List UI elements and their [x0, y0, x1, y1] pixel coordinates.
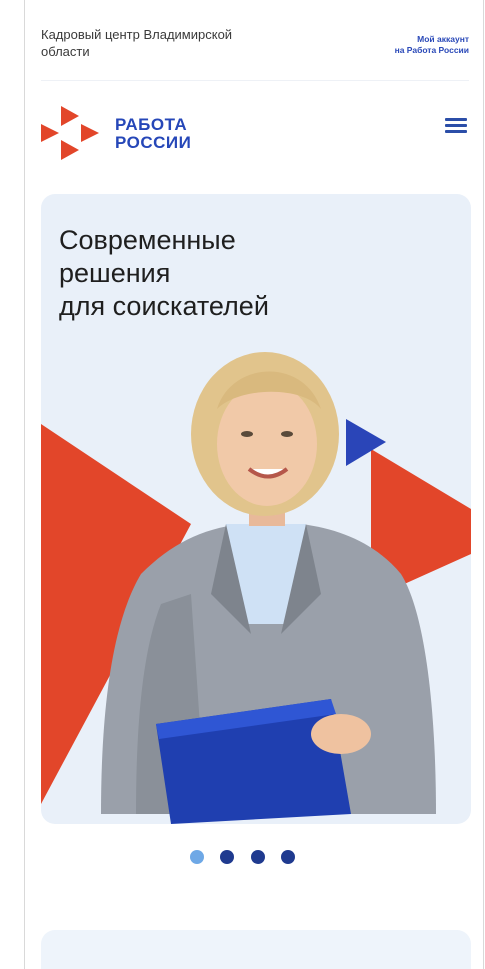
slide-dot-2[interactable]: [220, 850, 235, 864]
hamburger-menu-icon[interactable]: [445, 118, 467, 134]
banner-headline: Современные решения для соискателей: [59, 224, 379, 323]
slide-dot-4[interactable]: [281, 850, 296, 864]
slide-dot-1[interactable]: [189, 850, 204, 864]
account-link-line2: на Работа России: [394, 45, 469, 55]
top-info-bar: Кадровый центр Владимирской области Мой …: [41, 26, 469, 80]
my-account-link[interactable]: Мой аккаунт на Работа России: [395, 34, 469, 56]
slider-pagination: [0, 850, 485, 866]
account-link-line1: Мой аккаунт: [417, 34, 469, 44]
burger-bar: [445, 124, 467, 127]
next-card-preview[interactable]: [41, 930, 471, 969]
banner-title-line2: решения: [59, 258, 171, 288]
logo-text-line2: РОССИИ: [115, 133, 192, 152]
logo-text-line1: РАБОТА: [115, 115, 188, 134]
divider: [41, 80, 469, 81]
banner-title-line1: Современные: [59, 225, 236, 255]
hero-banner-slide[interactable]: Современные решения для соискателей: [41, 194, 471, 824]
logo-text[interactable]: РАБОТА РОССИИ: [115, 116, 191, 152]
slide-dot-3[interactable]: [250, 850, 265, 864]
page-frame: Кадровый центр Владимирской области Мой …: [24, 0, 484, 969]
organization-name: Кадровый центр Владимирской области: [41, 27, 233, 59]
rabota-rossii-logo-icon[interactable]: [41, 102, 103, 164]
burger-bar: [445, 130, 467, 133]
site-header: РАБОТА РОССИИ: [41, 100, 469, 170]
banner-title-line3: для соискателей: [59, 291, 269, 321]
burger-bar: [445, 118, 467, 121]
woman-with-folder-photo: [101, 352, 436, 824]
